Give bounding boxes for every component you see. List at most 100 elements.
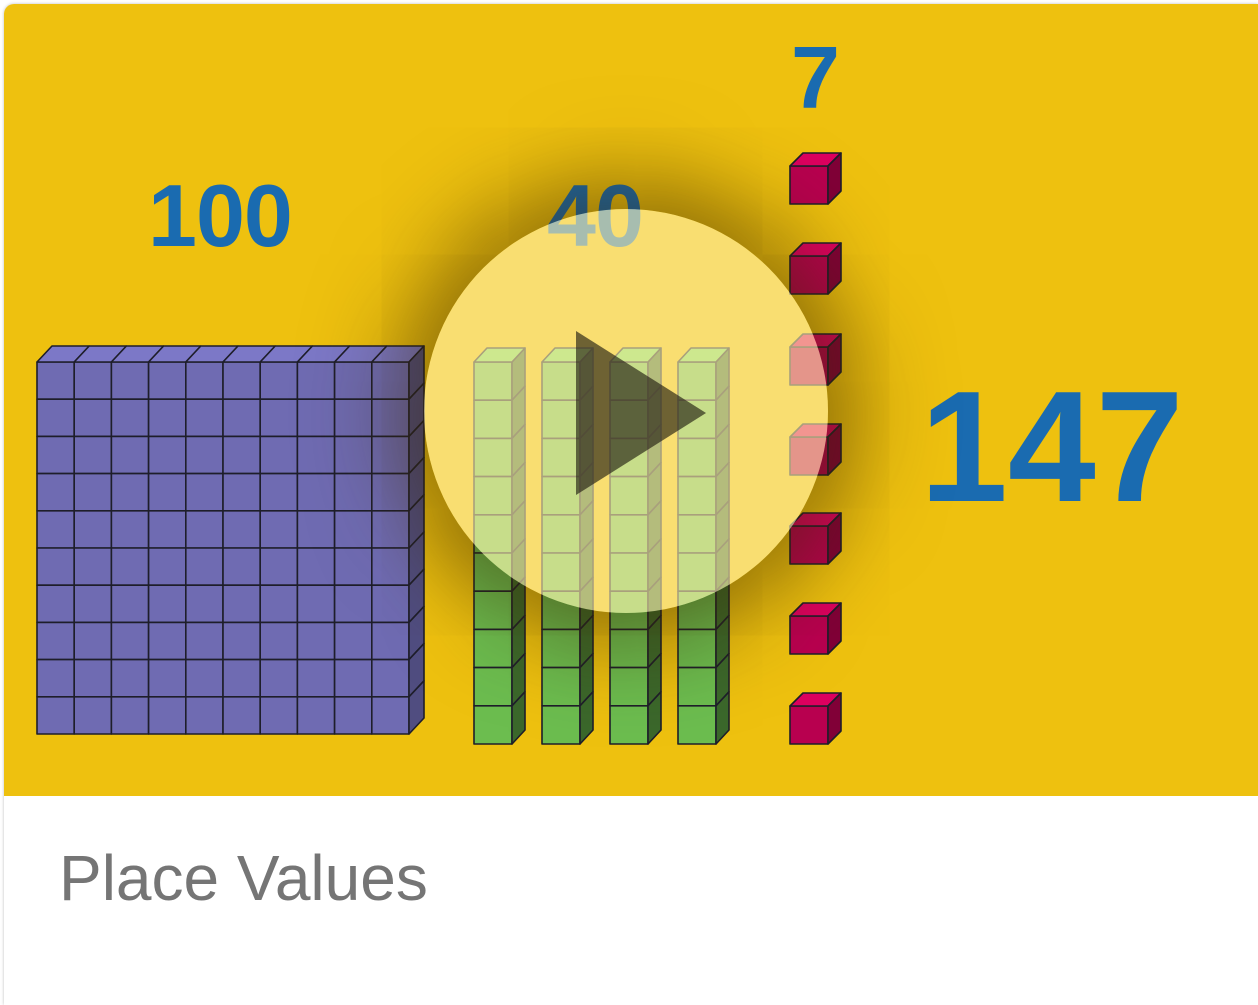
- tens-cube-front: [677, 666, 717, 707]
- hundreds-cell: [259, 509, 299, 549]
- hundreds-cell: [110, 398, 150, 438]
- hundreds-cell: [185, 435, 224, 475]
- ones-cube-front: [789, 525, 829, 565]
- hundreds-cell: [36, 509, 75, 549]
- hundreds-cell: [110, 472, 150, 512]
- hundreds-cell: [110, 547, 150, 587]
- hundreds-cell: [259, 658, 299, 698]
- hundreds-cell: [222, 398, 262, 438]
- hundreds-cell: [333, 398, 373, 438]
- hundreds-cell: [110, 695, 150, 735]
- hundreds-cell: [370, 621, 410, 661]
- hundreds-cell: [259, 361, 299, 401]
- hundreds-cell: [185, 398, 224, 438]
- hundreds-cell: [185, 472, 224, 512]
- hundreds-cell: [333, 547, 373, 587]
- tens-cube-front: [609, 704, 649, 745]
- hundreds-cell: [333, 621, 373, 661]
- hundreds-cell: [222, 547, 262, 587]
- hundreds-cell: [185, 584, 224, 624]
- hundreds-cell: [222, 621, 262, 661]
- hundreds-cell: [73, 658, 113, 698]
- hundreds-cell: [36, 398, 75, 438]
- hundreds-cell: [222, 361, 262, 401]
- hundreds-cell: [259, 547, 299, 587]
- hundreds-cell: [333, 584, 373, 624]
- hundreds-cell: [147, 584, 187, 624]
- hundreds-cell: [370, 361, 410, 401]
- hundreds-cell: [110, 584, 150, 624]
- hundreds-cell: [185, 621, 224, 661]
- play-button[interactable]: [424, 209, 828, 613]
- hundreds-cell: [259, 435, 299, 475]
- hundreds-cell: [36, 361, 75, 401]
- hundreds-cell: [147, 658, 187, 698]
- hundreds-cell: [36, 584, 75, 624]
- hundreds-cell: [73, 435, 113, 475]
- hundreds-cell: [296, 509, 336, 549]
- hundreds-cell: [333, 472, 373, 512]
- hundreds-cell: [147, 509, 187, 549]
- ones-cube-front: [789, 165, 829, 205]
- hundreds-cell: [147, 435, 187, 475]
- hundreds-cell: [259, 472, 299, 512]
- hundreds-cell: [147, 398, 187, 438]
- ones-cube-front: [789, 705, 829, 745]
- hundreds-cell: [73, 361, 113, 401]
- tens-cube-front: [473, 628, 513, 669]
- hundreds-cell: [73, 695, 113, 735]
- video-title[interactable]: Place Values: [59, 841, 428, 915]
- hundreds-cell: [222, 584, 262, 624]
- ones-cube-front: [789, 615, 829, 655]
- tens-cube-front: [609, 628, 649, 669]
- ones-cube: [789, 152, 842, 205]
- ones-cube: [789, 692, 842, 745]
- hundreds-cell: [147, 695, 187, 735]
- play-icon: [576, 331, 706, 495]
- video-thumbnail[interactable]: 100 40 7 147: [4, 4, 1258, 796]
- hundreds-label: 100: [148, 166, 293, 265]
- hundreds-cell: [73, 509, 113, 549]
- hundreds-cell: [36, 472, 75, 512]
- ones-cube-front: [789, 255, 829, 295]
- hundreds-cell: [110, 361, 150, 401]
- hundreds-cell: [296, 658, 336, 698]
- hundreds-cell: [36, 621, 75, 661]
- hundreds-cell: [222, 435, 262, 475]
- ones-cube: [789, 512, 842, 565]
- hundreds-cell: [259, 695, 299, 735]
- hundreds-cell: [333, 361, 373, 401]
- hundreds-cell: [370, 547, 410, 587]
- hundreds-cell: [185, 509, 224, 549]
- hundreds-cell: [147, 621, 187, 661]
- hundreds-cell: [73, 547, 113, 587]
- hundreds-cell: [296, 472, 336, 512]
- total-number: 147: [920, 359, 1184, 535]
- tens-cube-front: [541, 704, 581, 745]
- tens-cube-front: [677, 704, 717, 745]
- tens-cube-front: [609, 666, 649, 707]
- hundreds-cell: [296, 621, 336, 661]
- hundreds-cell: [36, 435, 75, 475]
- tens-cube-front: [473, 666, 513, 707]
- tens-cube-front: [541, 628, 581, 669]
- video-card[interactable]: 100 40 7 147 Place Values: [4, 4, 1258, 1005]
- hundreds-cell: [296, 584, 336, 624]
- hundreds-cell: [370, 509, 410, 549]
- hundreds-cell: [73, 621, 113, 661]
- tens-cube-front: [677, 628, 717, 669]
- hundreds-cell: [333, 658, 373, 698]
- hundreds-cell: [370, 658, 410, 698]
- card-caption: Place Values: [4, 796, 1258, 1005]
- hundreds-cell: [185, 547, 224, 587]
- hundreds-cell: [259, 621, 299, 661]
- ones-cube: [789, 602, 842, 655]
- hundreds-cell: [370, 584, 410, 624]
- tens-cube-front: [473, 590, 513, 631]
- hundreds-cell: [296, 435, 336, 475]
- ones-label: 7: [791, 28, 840, 127]
- ones-cube: [789, 242, 842, 295]
- hundreds-cell: [185, 658, 224, 698]
- hundreds-cell: [222, 658, 262, 698]
- hundreds-cell: [222, 695, 262, 735]
